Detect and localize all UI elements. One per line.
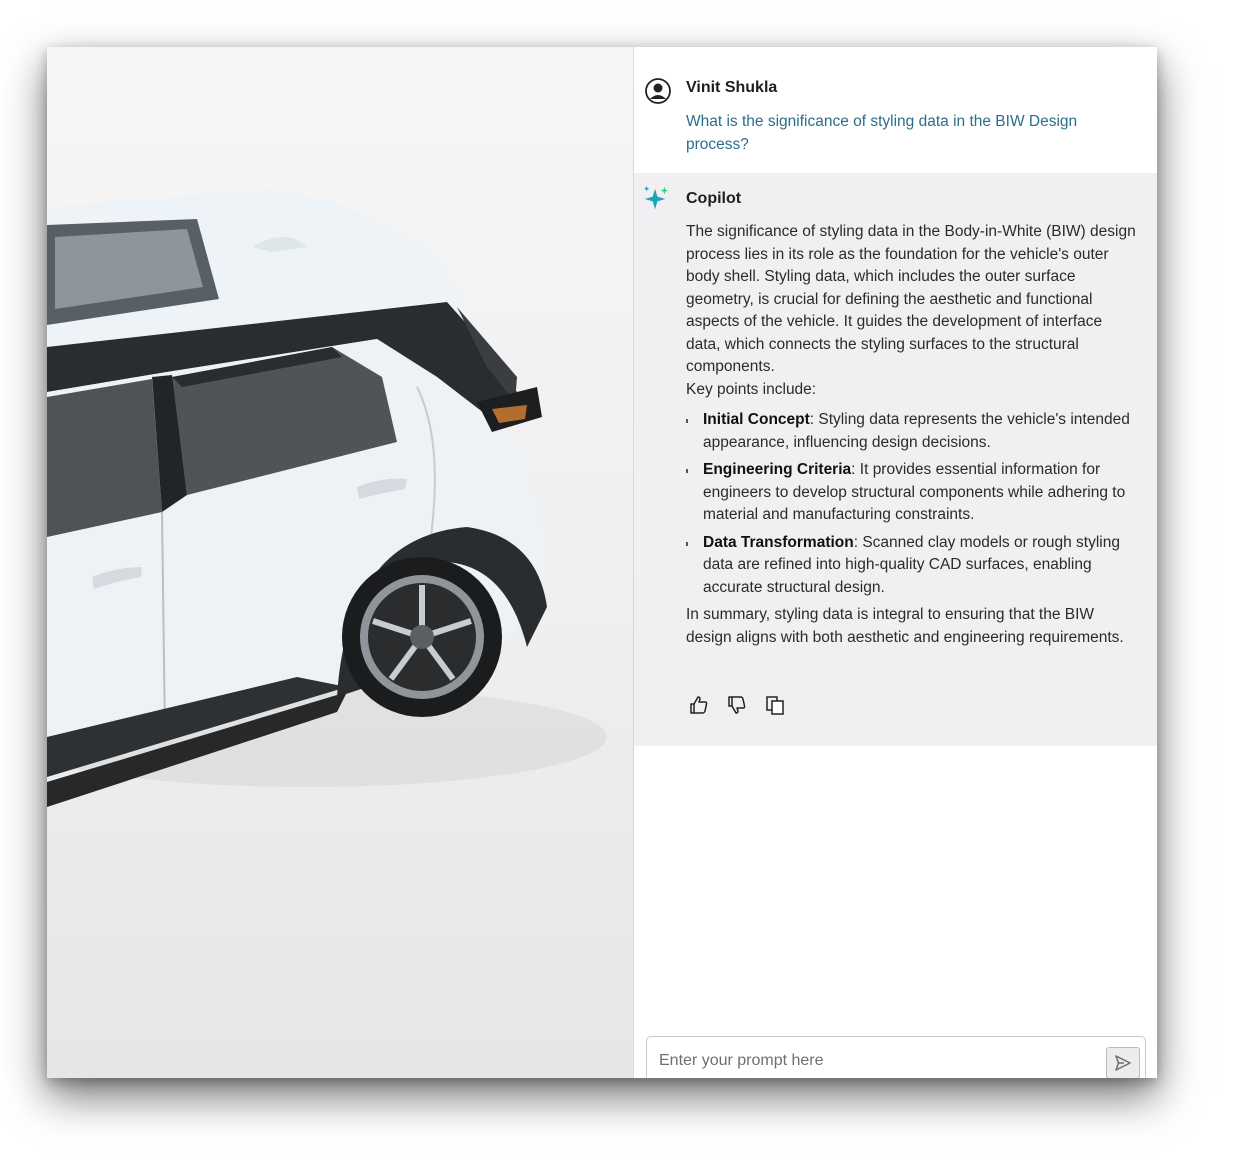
copilot-response: The significance of styling data in the … [686, 221, 1136, 649]
send-button[interactable] [1106, 1047, 1140, 1078]
list-item: Data Transformation: Scanned clay models… [686, 532, 1136, 600]
user-message: Vinit Shukla What is the significance of… [634, 47, 1157, 173]
copy-button[interactable] [762, 692, 788, 718]
user-question: What is the significance of styling data… [686, 113, 1078, 153]
point-title: Initial Concept [703, 411, 810, 428]
user-name: Vinit Shukla [686, 79, 778, 96]
list-item: Initial Concept: Styling data represents… [686, 409, 1136, 454]
3d-viewport[interactable] [47, 47, 633, 1078]
point-title: Engineering Criteria [703, 461, 852, 478]
sparkle-icon [643, 185, 669, 210]
car-model[interactable] [47, 47, 633, 1078]
key-points-label: Key points include: [686, 380, 817, 398]
send-icon [1115, 1055, 1131, 1071]
thumbs-down-icon [728, 696, 746, 714]
prompt-box [646, 1036, 1146, 1078]
thumbs-up-button[interactable] [686, 692, 712, 718]
thumbs-down-button[interactable] [724, 692, 750, 718]
thumbs-up-icon [690, 696, 708, 714]
point-title: Data Transformation [703, 533, 854, 551]
app-window: Vinit Shukla What is the significance of… [47, 47, 1157, 1078]
key-points-list: Initial Concept: Styling data represents… [686, 409, 1136, 599]
user-avatar-icon [645, 78, 671, 104]
response-summary: In summary, styling data is integral to … [686, 606, 1124, 646]
copilot-panel: Vinit Shukla What is the significance of… [633, 47, 1157, 1078]
copilot-message: Copilot The significance of styling data… [634, 173, 1157, 746]
copy-icon [766, 696, 784, 715]
response-intro: The significance of styling data in the … [686, 223, 1136, 375]
response-actions [686, 692, 788, 718]
copilot-name: Copilot [686, 190, 742, 207]
list-item: Engineering Criteria: It provides essent… [686, 459, 1136, 527]
prompt-input[interactable] [657, 1047, 1101, 1075]
